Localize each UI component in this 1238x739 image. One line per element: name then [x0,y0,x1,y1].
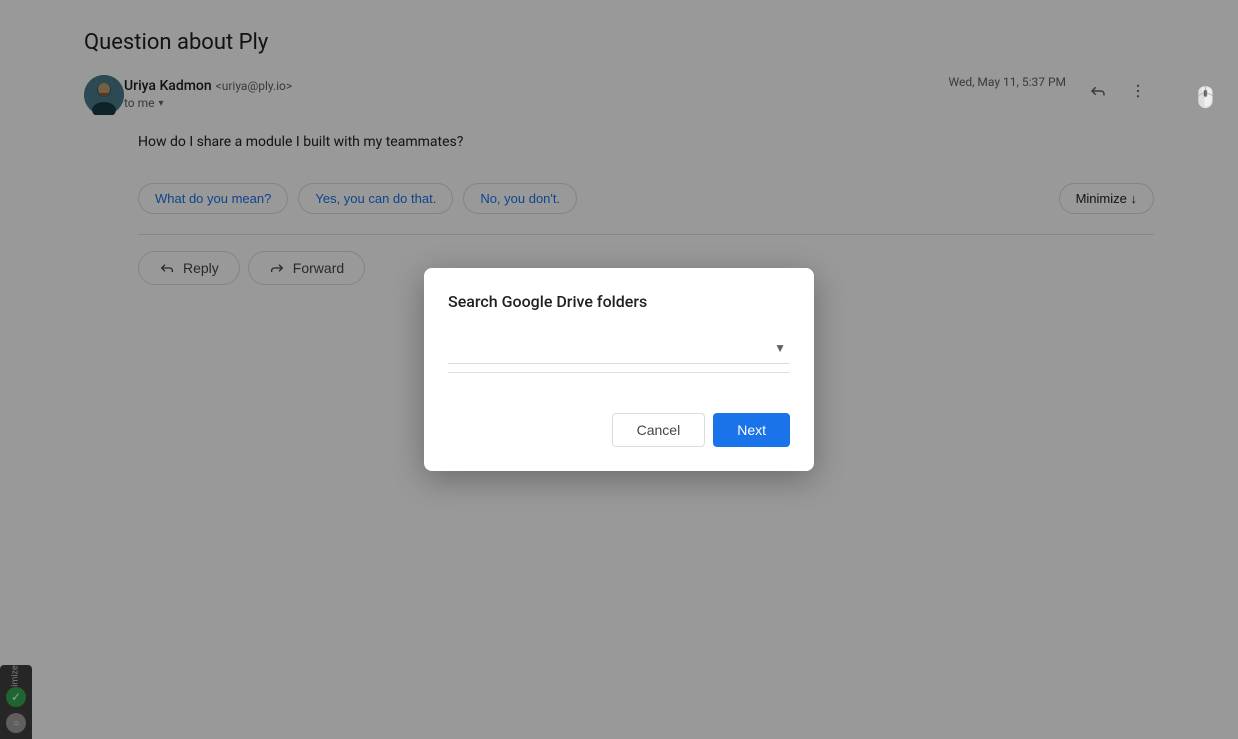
modal-title: Search Google Drive folders [448,292,790,311]
modal-dialog: Search Google Drive folders ▼ Cancel Nex… [424,268,814,471]
modal-footer: Cancel Next [448,413,790,447]
modal-overlay: Search Google Drive folders ▼ Cancel Nex… [0,0,1238,739]
folder-select-wrapper[interactable]: ▼ [448,331,790,364]
modal-divider [448,372,790,373]
cancel-button[interactable]: Cancel [612,413,706,447]
cursor-icon: 🖱️ [1193,85,1218,109]
folder-select[interactable] [448,331,790,364]
next-button[interactable]: Next [713,413,790,447]
